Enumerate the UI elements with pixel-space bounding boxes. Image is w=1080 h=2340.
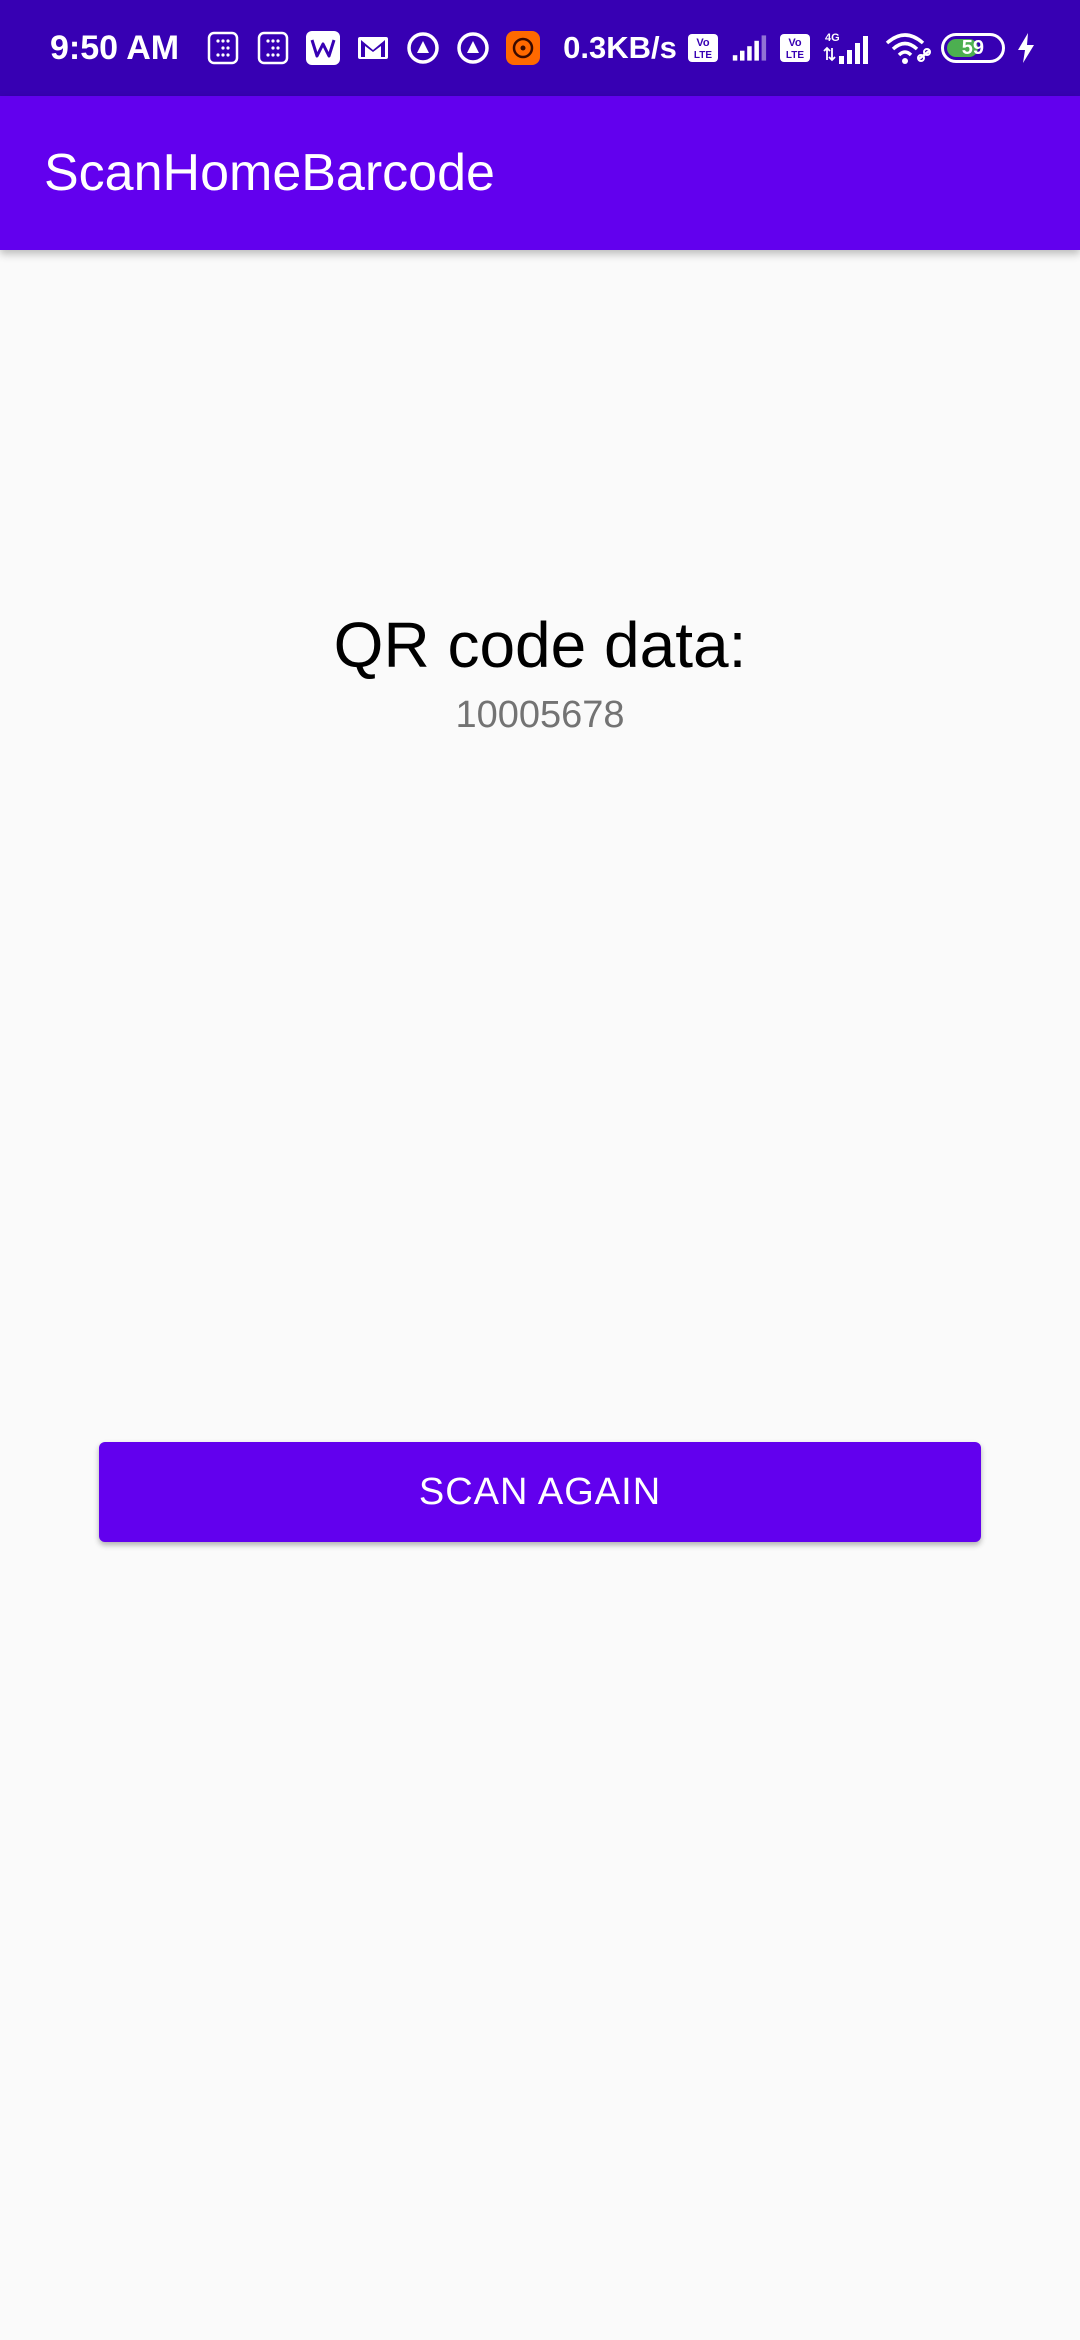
battery-level: 59 <box>961 36 984 59</box>
battery-icon: 59 <box>940 33 1005 63</box>
app-icon <box>455 30 491 66</box>
calculator-icon <box>205 30 241 66</box>
svg-text:LTE: LTE <box>694 50 712 61</box>
svg-text:LTE: LTE <box>786 50 804 61</box>
gmail-icon <box>355 30 391 66</box>
wps-office-icon <box>305 30 341 66</box>
wifi-icon <box>885 30 931 66</box>
mi-icon <box>505 30 541 66</box>
qr-data-label: QR code data: <box>333 609 747 681</box>
network-speed: 0.3KB/s <box>563 30 677 65</box>
status-bar: 9:50 AM 0.3KB/s Vo LTE Vo LTE 4G 59 <box>0 0 1080 96</box>
app-title: ScanHomeBarcode <box>44 144 495 202</box>
scan-again-button[interactable]: SCAN AGAIN <box>99 1442 981 1542</box>
notification-icons <box>205 30 541 66</box>
calculator-icon <box>255 30 291 66</box>
status-time: 9:50 AM <box>50 28 180 67</box>
app-icon <box>405 30 441 66</box>
qr-data-value: 10005678 <box>455 694 625 736</box>
volte-icon: Vo LTE <box>777 30 813 66</box>
signal-4g-icon: 4G <box>823 30 875 66</box>
signal-icon <box>731 30 767 66</box>
network-type-label: 4G <box>825 32 840 44</box>
system-icons: Vo LTE Vo LTE 4G 59 <box>685 30 1037 66</box>
svg-text:Vo: Vo <box>788 37 802 49</box>
app-bar: ScanHomeBarcode <box>0 96 1080 250</box>
volte-icon: Vo LTE <box>685 30 721 66</box>
svg-text:Vo: Vo <box>696 37 710 49</box>
charging-icon <box>1015 30 1037 66</box>
